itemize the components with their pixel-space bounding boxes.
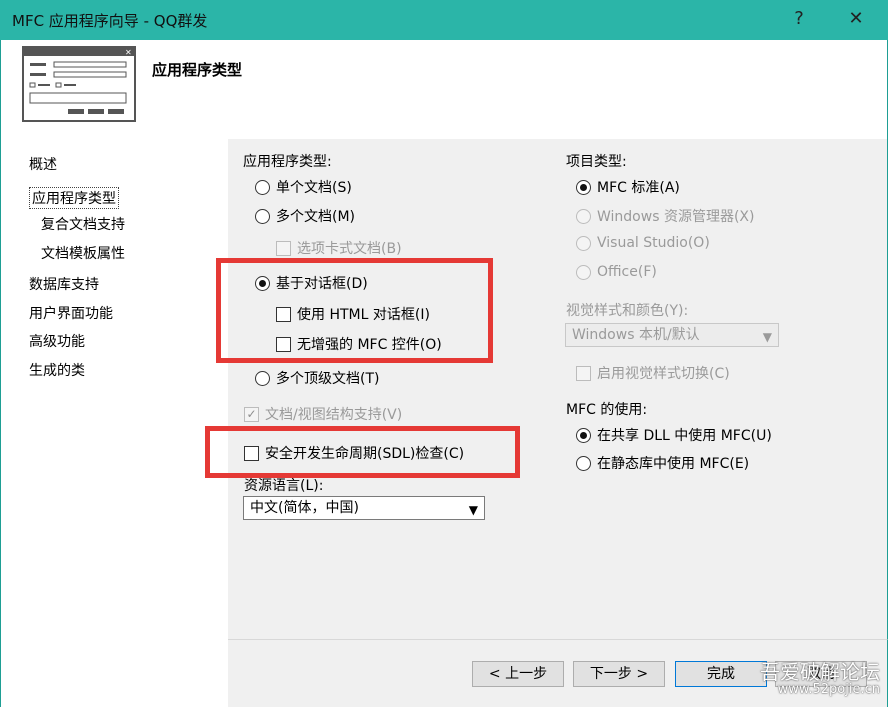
checkbox-label: 启用视觉样式切换(C) <box>597 366 730 382</box>
radio-indicator[interactable] <box>255 179 270 195</box>
radio-indicator[interactable] <box>255 208 270 224</box>
visual-style-select: Windows 本机/默认 ▼ <box>565 323 779 347</box>
mfc-use-label: MFC 的使用: <box>566 402 648 418</box>
nav-item-compound-doc[interactable]: 复合文档支持 <box>41 214 125 234</box>
nav-item-overview[interactable]: 概述 <box>29 154 57 174</box>
radio-indicator[interactable] <box>576 455 591 471</box>
radio-office: Office(F) <box>576 264 657 280</box>
visual-style-label: 视觉样式和颜色(Y): <box>566 303 689 319</box>
watermark-url: www.52pojie.cn <box>777 682 880 697</box>
app-type-label: 应用程序类型: <box>243 154 332 170</box>
chevron-down-icon: ▼ <box>468 503 478 517</box>
radio-mfc-standard[interactable]: MFC 标准(A) <box>576 177 680 197</box>
radio-indicator <box>576 235 591 251</box>
resource-lang-value: 中文(简体，中国) <box>250 500 359 516</box>
wizard-nav: 概述 应用程序类型 复合文档支持 文档模板属性 数据库支持 用户界面功能 高级功… <box>0 139 228 707</box>
nav-item-database[interactable]: 数据库支持 <box>29 274 99 294</box>
radio-label: 在静态库中使用 MFC(E) <box>597 456 750 472</box>
nav-item-doc-template[interactable]: 文档模板属性 <box>41 243 125 263</box>
radio-explorer: Windows 资源管理器(X) <box>576 206 754 226</box>
radio-visual-studio: Visual Studio(O) <box>576 235 710 251</box>
radio-label: Windows 资源管理器(X) <box>597 209 755 225</box>
highlight-box-dialog <box>216 258 493 363</box>
resource-lang-label: 资源语言(L): <box>244 478 324 494</box>
radio-indicator[interactable] <box>576 427 591 443</box>
radio-shared-dll[interactable]: 在共享 DLL 中使用 MFC(U) <box>576 425 772 445</box>
wizard-header: ✕ 应用程序类型 <box>0 40 888 139</box>
radio-static-lib[interactable]: 在静态库中使用 MFC(E) <box>576 453 749 473</box>
checkbox-doc-view: ✓ 文档/视图结构支持(V) <box>244 404 402 424</box>
visual-style-value: Windows 本机/默认 <box>572 327 700 343</box>
highlight-box-sdl <box>205 426 520 478</box>
resource-lang-select[interactable]: 中文(简体，中国) ▼ <box>243 496 485 520</box>
radio-label: 单个文档(S) <box>276 180 352 196</box>
radio-indicator <box>576 264 591 280</box>
project-type-label: 项目类型: <box>566 154 627 170</box>
checkbox-indicator <box>576 365 591 381</box>
radio-multi-doc[interactable]: 多个文档(M) <box>255 206 355 226</box>
title-bar: MFC 应用程序向导 - QQ群发 ? ✕ <box>0 0 888 40</box>
checkbox-indicator <box>276 240 291 256</box>
radio-label: Visual Studio(O) <box>597 235 710 251</box>
window-title: MFC 应用程序向导 - QQ群发 <box>12 12 208 30</box>
page-heading: 应用程序类型 <box>152 61 243 79</box>
checkbox-tabbed-docs: 选项卡式文档(B) <box>276 238 402 258</box>
radio-indicator[interactable] <box>576 179 591 195</box>
wizard-dialog-icon: ✕ <box>22 46 136 122</box>
nav-item-ui-features[interactable]: 用户界面功能 <box>29 303 113 323</box>
radio-label: 在共享 DLL 中使用 MFC(U) <box>597 428 772 444</box>
prev-button[interactable]: < 上一步 <box>472 661 564 687</box>
radio-indicator[interactable] <box>255 370 270 386</box>
radio-label: MFC 标准(A) <box>597 180 680 196</box>
radio-multi-toplevel[interactable]: 多个顶级文档(T) <box>255 368 379 388</box>
svg-text:✕: ✕ <box>125 48 132 57</box>
checkbox-visual-style-switch: 启用视觉样式切换(C) <box>576 363 730 383</box>
watermark-title: 吾爱破解论坛 <box>760 660 880 684</box>
wizard-content: 应用程序类型: 单个文档(S) 多个文档(M) 选项卡式文档(B) 基于对话框(… <box>228 139 888 639</box>
radio-indicator <box>576 208 591 224</box>
radio-single-doc[interactable]: 单个文档(S) <box>255 177 352 197</box>
radio-label: Office(F) <box>597 264 657 280</box>
finish-button[interactable]: 完成 <box>675 661 767 687</box>
help-button[interactable]: ? <box>786 6 812 32</box>
close-button[interactable]: ✕ <box>843 6 869 32</box>
checkbox-label: 选项卡式文档(B) <box>297 241 402 257</box>
nav-item-app-type[interactable]: 应用程序类型 <box>29 187 119 209</box>
checkbox-label: 文档/视图结构支持(V) <box>265 407 403 423</box>
nav-item-advanced[interactable]: 高级功能 <box>29 331 85 351</box>
nav-item-generated-classes[interactable]: 生成的类 <box>29 360 85 380</box>
next-button[interactable]: 下一步 > <box>573 661 665 687</box>
radio-label: 多个顶级文档(T) <box>276 371 380 387</box>
chevron-down-icon: ▼ <box>762 330 772 344</box>
check-icon: ✓ <box>244 406 259 422</box>
radio-label: 多个文档(M) <box>276 209 356 225</box>
